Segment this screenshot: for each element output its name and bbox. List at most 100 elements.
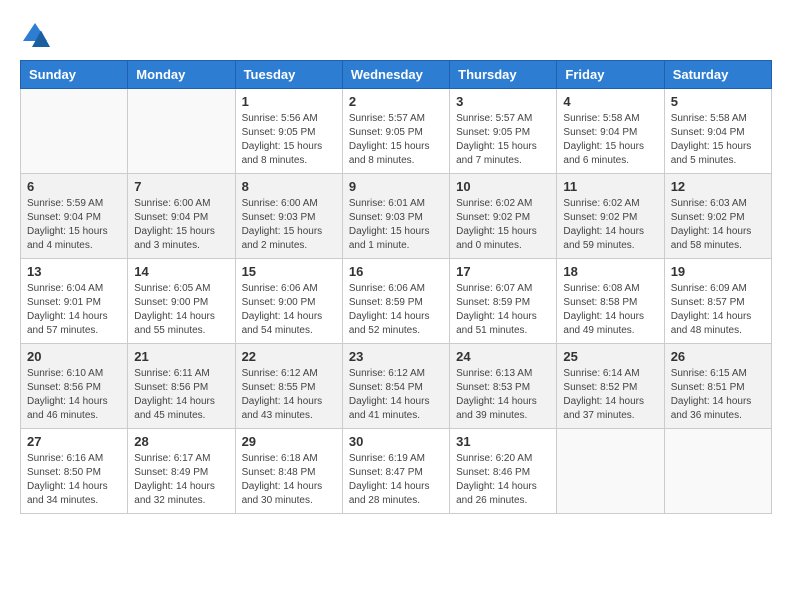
day-number: 16 — [349, 264, 443, 279]
day-info: Sunrise: 6:07 AMSunset: 8:59 PMDaylight:… — [456, 282, 550, 338]
day-number: 19 — [671, 264, 765, 279]
day-info: Sunrise: 6:03 AMSunset: 9:02 PMDaylight:… — [671, 197, 765, 253]
day-header-monday: Monday — [128, 61, 235, 89]
calendar-cell: 19 Sunrise: 6:09 AMSunset: 8:57 PMDayligh… — [664, 259, 771, 344]
day-number: 13 — [27, 264, 121, 279]
day-info: Sunrise: 6:06 AMSunset: 8:59 PMDaylight:… — [349, 282, 443, 338]
calendar-cell: 28 Sunrise: 6:17 AMSunset: 8:49 PMDayligh… — [128, 429, 235, 514]
calendar-cell — [664, 429, 771, 514]
day-info: Sunrise: 5:59 AMSunset: 9:04 PMDaylight:… — [27, 197, 121, 253]
day-number: 22 — [242, 349, 336, 364]
day-info: Sunrise: 6:15 AMSunset: 8:51 PMDaylight:… — [671, 367, 765, 423]
day-number: 2 — [349, 94, 443, 109]
day-number: 8 — [242, 179, 336, 194]
day-number: 1 — [242, 94, 336, 109]
day-number: 12 — [671, 179, 765, 194]
day-info: Sunrise: 6:17 AMSunset: 8:49 PMDaylight:… — [134, 452, 228, 508]
day-number: 15 — [242, 264, 336, 279]
day-info: Sunrise: 6:10 AMSunset: 8:56 PMDaylight:… — [27, 367, 121, 423]
day-info: Sunrise: 6:20 AMSunset: 8:46 PMDaylight:… — [456, 452, 550, 508]
day-number: 25 — [563, 349, 657, 364]
calendar-cell: 29Sunrise: 6:18 AMSunset: 8:48 PMDayligh… — [235, 429, 342, 514]
day-info: Sunrise: 6:01 AMSunset: 9:03 PMDaylight:… — [349, 197, 443, 253]
calendar-cell: 30 Sunrise: 6:19 AMSunset: 8:47 PMDayligh… — [342, 429, 449, 514]
calendar-week-row: 27Sunrise: 6:16 AMSunset: 8:50 PMDayligh… — [21, 429, 772, 514]
calendar-cell: 2Sunrise: 5:57 AMSunset: 9:05 PMDaylight… — [342, 89, 449, 174]
calendar-week-row: 1 Sunrise: 5:56 AMSunset: 9:05 PMDaylight… — [21, 89, 772, 174]
calendar-cell: 23Sunrise: 6:12 AMSunset: 8:54 PMDayligh… — [342, 344, 449, 429]
calendar-cell: 26 Sunrise: 6:15 AMSunset: 8:51 PMDayligh… — [664, 344, 771, 429]
day-number: 29 — [242, 434, 336, 449]
day-info: Sunrise: 5:56 AMSunset: 9:05 PMDaylight:… — [242, 112, 336, 168]
day-number: 20 — [27, 349, 121, 364]
calendar-cell: 25 Sunrise: 6:14 AMSunset: 8:52 PMDayligh… — [557, 344, 664, 429]
day-info: Sunrise: 6:00 AMSunset: 9:04 PMDaylight:… — [134, 197, 228, 253]
day-number: 27 — [27, 434, 121, 449]
calendar-cell: 13 Sunrise: 6:04 AMSunset: 9:01 PMDayligh… — [21, 259, 128, 344]
calendar-cell: 20 Sunrise: 6:10 AMSunset: 8:56 PMDayligh… — [21, 344, 128, 429]
calendar-cell: 5 Sunrise: 5:58 AMSunset: 9:04 PMDaylight… — [664, 89, 771, 174]
calendar-cell: 11 Sunrise: 6:02 AMSunset: 9:02 PMDayligh… — [557, 174, 664, 259]
calendar-cell: 15 Sunrise: 6:06 AMSunset: 9:00 PMDayligh… — [235, 259, 342, 344]
day-number: 11 — [563, 179, 657, 194]
calendar-cell: 18Sunrise: 6:08 AMSunset: 8:58 PMDayligh… — [557, 259, 664, 344]
calendar-cell — [21, 89, 128, 174]
calendar-cell: 3 Sunrise: 5:57 AMSunset: 9:05 PMDaylight… — [450, 89, 557, 174]
calendar-table: SundayMondayTuesdayWednesdayThursdayFrid… — [20, 60, 772, 514]
calendar-cell — [128, 89, 235, 174]
calendar-cell: 24 Sunrise: 6:13 AMSunset: 8:53 PMDayligh… — [450, 344, 557, 429]
day-number: 28 — [134, 434, 228, 449]
calendar-cell: 12 Sunrise: 6:03 AMSunset: 9:02 PMDayligh… — [664, 174, 771, 259]
calendar-cell: 10 Sunrise: 6:02 AMSunset: 9:02 PMDayligh… — [450, 174, 557, 259]
calendar-cell: 6 Sunrise: 5:59 AMSunset: 9:04 PMDaylight… — [21, 174, 128, 259]
logo-icon — [20, 20, 50, 50]
day-number: 31 — [456, 434, 550, 449]
day-header-saturday: Saturday — [664, 61, 771, 89]
day-info: Sunrise: 6:00 AMSunset: 9:03 PMDaylight:… — [242, 197, 336, 253]
day-number: 24 — [456, 349, 550, 364]
day-header-friday: Friday — [557, 61, 664, 89]
logo — [20, 20, 54, 50]
day-number: 26 — [671, 349, 765, 364]
calendar-cell: 14 Sunrise: 6:05 AMSunset: 9:00 PMDayligh… — [128, 259, 235, 344]
calendar-cell: 27Sunrise: 6:16 AMSunset: 8:50 PMDayligh… — [21, 429, 128, 514]
day-info: Sunrise: 6:02 AMSunset: 9:02 PMDaylight:… — [456, 197, 550, 253]
day-number: 14 — [134, 264, 228, 279]
day-number: 3 — [456, 94, 550, 109]
day-info: Sunrise: 6:02 AMSunset: 9:02 PMDaylight:… — [563, 197, 657, 253]
day-number: 23 — [349, 349, 443, 364]
day-number: 6 — [27, 179, 121, 194]
day-info: Sunrise: 6:05 AMSunset: 9:00 PMDaylight:… — [134, 282, 228, 338]
day-number: 9 — [349, 179, 443, 194]
day-header-tuesday: Tuesday — [235, 61, 342, 89]
day-number: 10 — [456, 179, 550, 194]
day-number: 18 — [563, 264, 657, 279]
day-number: 5 — [671, 94, 765, 109]
page-header — [20, 20, 772, 50]
day-info: Sunrise: 5:58 AMSunset: 9:04 PMDaylight:… — [563, 112, 657, 168]
day-info: Sunrise: 6:06 AMSunset: 9:00 PMDaylight:… — [242, 282, 336, 338]
day-header-thursday: Thursday — [450, 61, 557, 89]
day-info: Sunrise: 6:09 AMSunset: 8:57 PMDaylight:… — [671, 282, 765, 338]
day-header-sunday: Sunday — [21, 61, 128, 89]
day-info: Sunrise: 6:11 AMSunset: 8:56 PMDaylight:… — [134, 367, 228, 423]
calendar-cell: 31 Sunrise: 6:20 AMSunset: 8:46 PMDayligh… — [450, 429, 557, 514]
day-info: Sunrise: 5:57 AMSunset: 9:05 PMDaylight:… — [456, 112, 550, 168]
day-number: 17 — [456, 264, 550, 279]
day-header-wednesday: Wednesday — [342, 61, 449, 89]
day-number: 4 — [563, 94, 657, 109]
calendar-week-row: 20 Sunrise: 6:10 AMSunset: 8:56 PMDayligh… — [21, 344, 772, 429]
calendar-cell: 4 Sunrise: 5:58 AMSunset: 9:04 PMDaylight… — [557, 89, 664, 174]
day-info: Sunrise: 6:14 AMSunset: 8:52 PMDaylight:… — [563, 367, 657, 423]
calendar-header-row: SundayMondayTuesdayWednesdayThursdayFrid… — [21, 61, 772, 89]
day-info: Sunrise: 6:19 AMSunset: 8:47 PMDaylight:… — [349, 452, 443, 508]
day-number: 30 — [349, 434, 443, 449]
calendar-week-row: 6 Sunrise: 5:59 AMSunset: 9:04 PMDaylight… — [21, 174, 772, 259]
calendar-cell — [557, 429, 664, 514]
calendar-week-row: 13 Sunrise: 6:04 AMSunset: 9:01 PMDayligh… — [21, 259, 772, 344]
calendar-cell: 16 Sunrise: 6:06 AMSunset: 8:59 PMDayligh… — [342, 259, 449, 344]
day-info: Sunrise: 6:04 AMSunset: 9:01 PMDaylight:… — [27, 282, 121, 338]
calendar-cell: 22Sunrise: 6:12 AMSunset: 8:55 PMDayligh… — [235, 344, 342, 429]
day-info: Sunrise: 5:58 AMSunset: 9:04 PMDaylight:… — [671, 112, 765, 168]
day-info: Sunrise: 6:13 AMSunset: 8:53 PMDaylight:… — [456, 367, 550, 423]
